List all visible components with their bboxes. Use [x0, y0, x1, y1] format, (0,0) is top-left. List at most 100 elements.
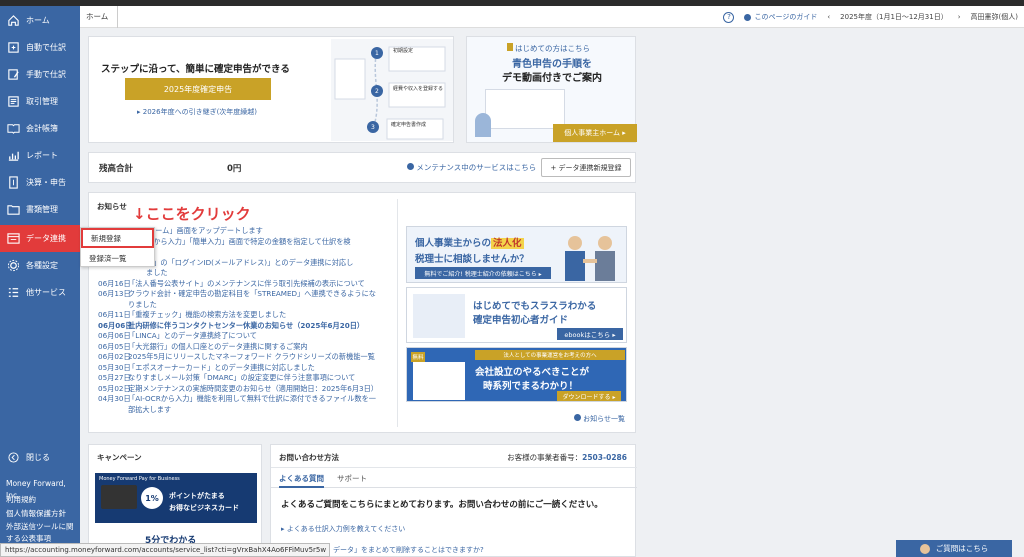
submenu-new-registration[interactable]: 新規登録 [81, 228, 154, 248]
sidebar-item-manual-journal[interactable]: 手動で仕訳 [0, 61, 80, 88]
beginner-guide-card[interactable]: はじめての方はこちら 青色申告の手順を デモ動画付きでご案内 個人事業主ホーム … [466, 36, 637, 143]
tab-support[interactable]: サポート [337, 473, 367, 484]
sidebar-close-button[interactable]: 閉じる [0, 444, 80, 471]
sidebar-item-tax-return[interactable]: 決算・申告 [0, 169, 80, 196]
campaign-banner[interactable]: Money Forward Pay for Business 1% ポイントがた… [95, 473, 257, 523]
tab-faq[interactable]: よくある質問 [279, 473, 324, 488]
user-menu[interactable]: 高田憲弥(個人) [971, 12, 1018, 22]
footer-link-terms[interactable]: 利用規約 [6, 494, 36, 506]
banner1-highlight: 法人化 [491, 238, 524, 249]
footer-link-external-tools[interactable]: 外部送信ツールに関 [6, 521, 74, 533]
credit-card-illustration [101, 485, 137, 509]
customer-number-value: 2503-0286 [582, 453, 627, 462]
help-button-label: ご質問はこちら [935, 544, 989, 553]
data-link-icon [6, 232, 20, 246]
news-title: お知らせ [97, 202, 127, 211]
news-list-label: お知らせ一覧 [583, 415, 625, 423]
next-year-icon[interactable]: › [958, 13, 961, 21]
balance-label: 残高合計 [99, 164, 134, 174]
news-item[interactable]: 05月27日なりすましメール対策「DMARC」の設定変更に伴う注意事項について [98, 373, 355, 383]
transaction-icon [6, 95, 20, 109]
news-item[interactable]: 06月06日「LINCA」とのデータ連携終了について [98, 331, 257, 341]
campaign-text-2: お得なビジネスカード [169, 504, 239, 512]
news-list-link[interactable]: お知らせ一覧 [573, 414, 625, 424]
svg-text:3: 3 [371, 124, 375, 131]
news-item[interactable]: 06月16日「法人番号公表サイト」のメンテナンスに伴う取引先候補の表示について [98, 279, 365, 289]
free-tag: 無料 [411, 352, 425, 362]
news-item[interactable]: 04月30日「AI-OCRから入力」機能を利用して無料で仕訳に添付できるファイル… [98, 394, 376, 404]
page-guide-link[interactable]: このページのガイド [744, 12, 817, 22]
page-guide-label: このページのガイド [754, 13, 818, 21]
customer-number-label: お客様の事業者番号： [507, 453, 583, 462]
sidebar-item-data-link[interactable]: データ連携 [0, 225, 80, 252]
help-button[interactable]: ご質問はこちら [896, 540, 1012, 557]
faq-link-1[interactable]: ▸ よくある仕訳入力例を教えてください [281, 524, 405, 534]
breadcrumb[interactable]: ホーム [80, 5, 118, 28]
news-item[interactable]: 06月05日「大光銀行」の個人口座とのデータ連携に関するご案内 [98, 342, 308, 352]
faq-intro: よくあるご質問をこちらにまとめております。お問い合わせの前にご一読ください。 [281, 500, 603, 510]
sidebar: ホーム 自動で仕訳 手動で仕訳 取引管理 会計帳簿 レポート 決算・申告 書類管… [0, 6, 80, 557]
beginner-ebook-banner[interactable]: はじめてでもスラスラわかる 確定申告初心者ガイド ebookはこちら ▸ [406, 287, 627, 343]
news-item[interactable]: ました [98, 268, 168, 278]
incorporation-banner[interactable]: 個人事業主からの 法人化 税理士に相談しませんか？ 無料でご紹介! 税理士紹介の依… [406, 226, 627, 283]
footer-link-privacy[interactable]: 個人情報保護方針 [6, 508, 66, 520]
step-1-label: 初期設定 [393, 48, 414, 54]
sidebar-item-settings[interactable]: 各種設定 [0, 252, 80, 279]
ebook-button[interactable]: ebookはこちら ▸ [557, 328, 623, 340]
news-item[interactable]: 05月02日定期メンテナンスの実施時間変更のお知らせ（適用開始日：2025年6月… [98, 384, 378, 394]
gear-icon [6, 259, 20, 273]
step-3-label: 確定申告書作成 [391, 122, 427, 128]
news-text: 「AI-OCRから入力」機能を利用して無料で仕訳に添付できるファイル数を一 [128, 394, 376, 403]
folder-icon [6, 203, 20, 217]
submenu-registered-list[interactable]: 登録済一覧 [81, 248, 154, 268]
sidebar-item-home[interactable]: ホーム [0, 7, 80, 34]
individual-home-button[interactable]: 個人事業主ホーム ▸ [553, 124, 637, 142]
news-text: 「大光銀行」の個人口座とのデータ連携に関するご案内 [128, 341, 308, 351]
help-icon[interactable]: ? [723, 11, 735, 23]
sidebar-item-transactions[interactable]: 取引管理 [0, 88, 80, 115]
sidebar-item-report[interactable]: レポート [0, 142, 80, 169]
news-item[interactable]: りました [98, 300, 157, 310]
fiscal-year[interactable]: 2025年度（1月1日〜12月31日） [840, 12, 948, 22]
faq-link-1-label: よくある仕訳入力例を教えてください [286, 525, 406, 533]
sidebar-item-label: 他サービス [26, 288, 66, 297]
news-item[interactable]: 06月06日社内研修に伴うコンタクトセンター休業のお知らせ（2025年6月20日… [98, 321, 364, 331]
tax-advisor-button[interactable]: 無料でご紹介! 税理士紹介の依頼はこちら ▸ [415, 267, 551, 279]
sidebar-item-documents[interactable]: 書類管理 [0, 196, 80, 223]
sidebar-item-auto-journal[interactable]: 自動で仕訳 [0, 34, 80, 61]
person-illustration [475, 113, 491, 137]
news-text: なりすましメール対策「DMARC」の設定変更に伴う注意事項について [128, 373, 356, 382]
beginner-small-label: はじめての方はこちら [515, 44, 590, 53]
company-setup-banner[interactable]: 無料 法人としての事業運営をお考えの方へ 会社設立のやるべきことが 時系列でまる… [406, 347, 627, 402]
beginner-title-1: 青色申告の手順を [512, 59, 592, 70]
news-item[interactable]: 06月02日2025年5月にリリースしたマネーフォワード クラウドシリーズの新機… [98, 352, 375, 362]
sidebar-item-ledger[interactable]: 会計帳簿 [0, 115, 80, 142]
news-date: 06月06日 [98, 320, 133, 330]
banner3-top: 法人としての事業運営をお考えの方へ [475, 350, 625, 360]
download-button[interactable]: ダウンロードする ▸ [557, 391, 621, 401]
sidebar-item-label: 取引管理 [26, 97, 58, 106]
sidebar-item-other-services[interactable]: 他サービス [0, 279, 80, 306]
prev-year-icon[interactable]: ‹ [827, 13, 830, 21]
news-item[interactable]: 05月30日「エポスオーナーカード」とのデータ連携に対応しました [98, 363, 315, 373]
news-item[interactable]: 06月11日「重複チェック」機能の検索方法を変更しました [98, 310, 286, 320]
news-item[interactable]: 部拡大します [98, 405, 171, 415]
sidebar-item-label: レポート [26, 151, 58, 160]
card-brand: Money Forward Pay for Business [99, 476, 180, 482]
tax-return-button[interactable]: 2025年度確定申告 [125, 78, 271, 100]
news-date: 05月02日 [98, 383, 131, 393]
contact-card: お問い合わせ方法 お客様の事業者番号：2503-0286 よくある質問 サポート… [270, 444, 637, 557]
manual-journal-icon [6, 68, 20, 82]
add-data-link-button[interactable]: + データ連携新規登録 [541, 158, 631, 177]
carry-over-link[interactable]: ▸ 2026年度への引き継ぎ(次年度繰越) [137, 107, 257, 117]
news-date: 05月30日 [98, 362, 131, 372]
sidebar-item-label: 各種設定 [26, 261, 58, 270]
banner2-line1: はじめてでもスラスラわかる [473, 301, 597, 312]
news-item[interactable]: 06月13日クラウド会計・確定申告の勘定科目を「STREAMED」へ連携できるよ… [98, 289, 376, 299]
faq-link-2[interactable]: データ」をまとめて削除することはできますか? [333, 545, 484, 555]
cashback-badge: 1% [141, 487, 163, 509]
tax-return-icon [6, 176, 20, 190]
status-url: https://accounting.moneyforward.com/acco… [0, 543, 330, 557]
maintenance-link[interactable]: メンテナンス中のサービスはこちら [407, 162, 536, 173]
campaign-text-1: ポイントがたまる [169, 492, 225, 500]
